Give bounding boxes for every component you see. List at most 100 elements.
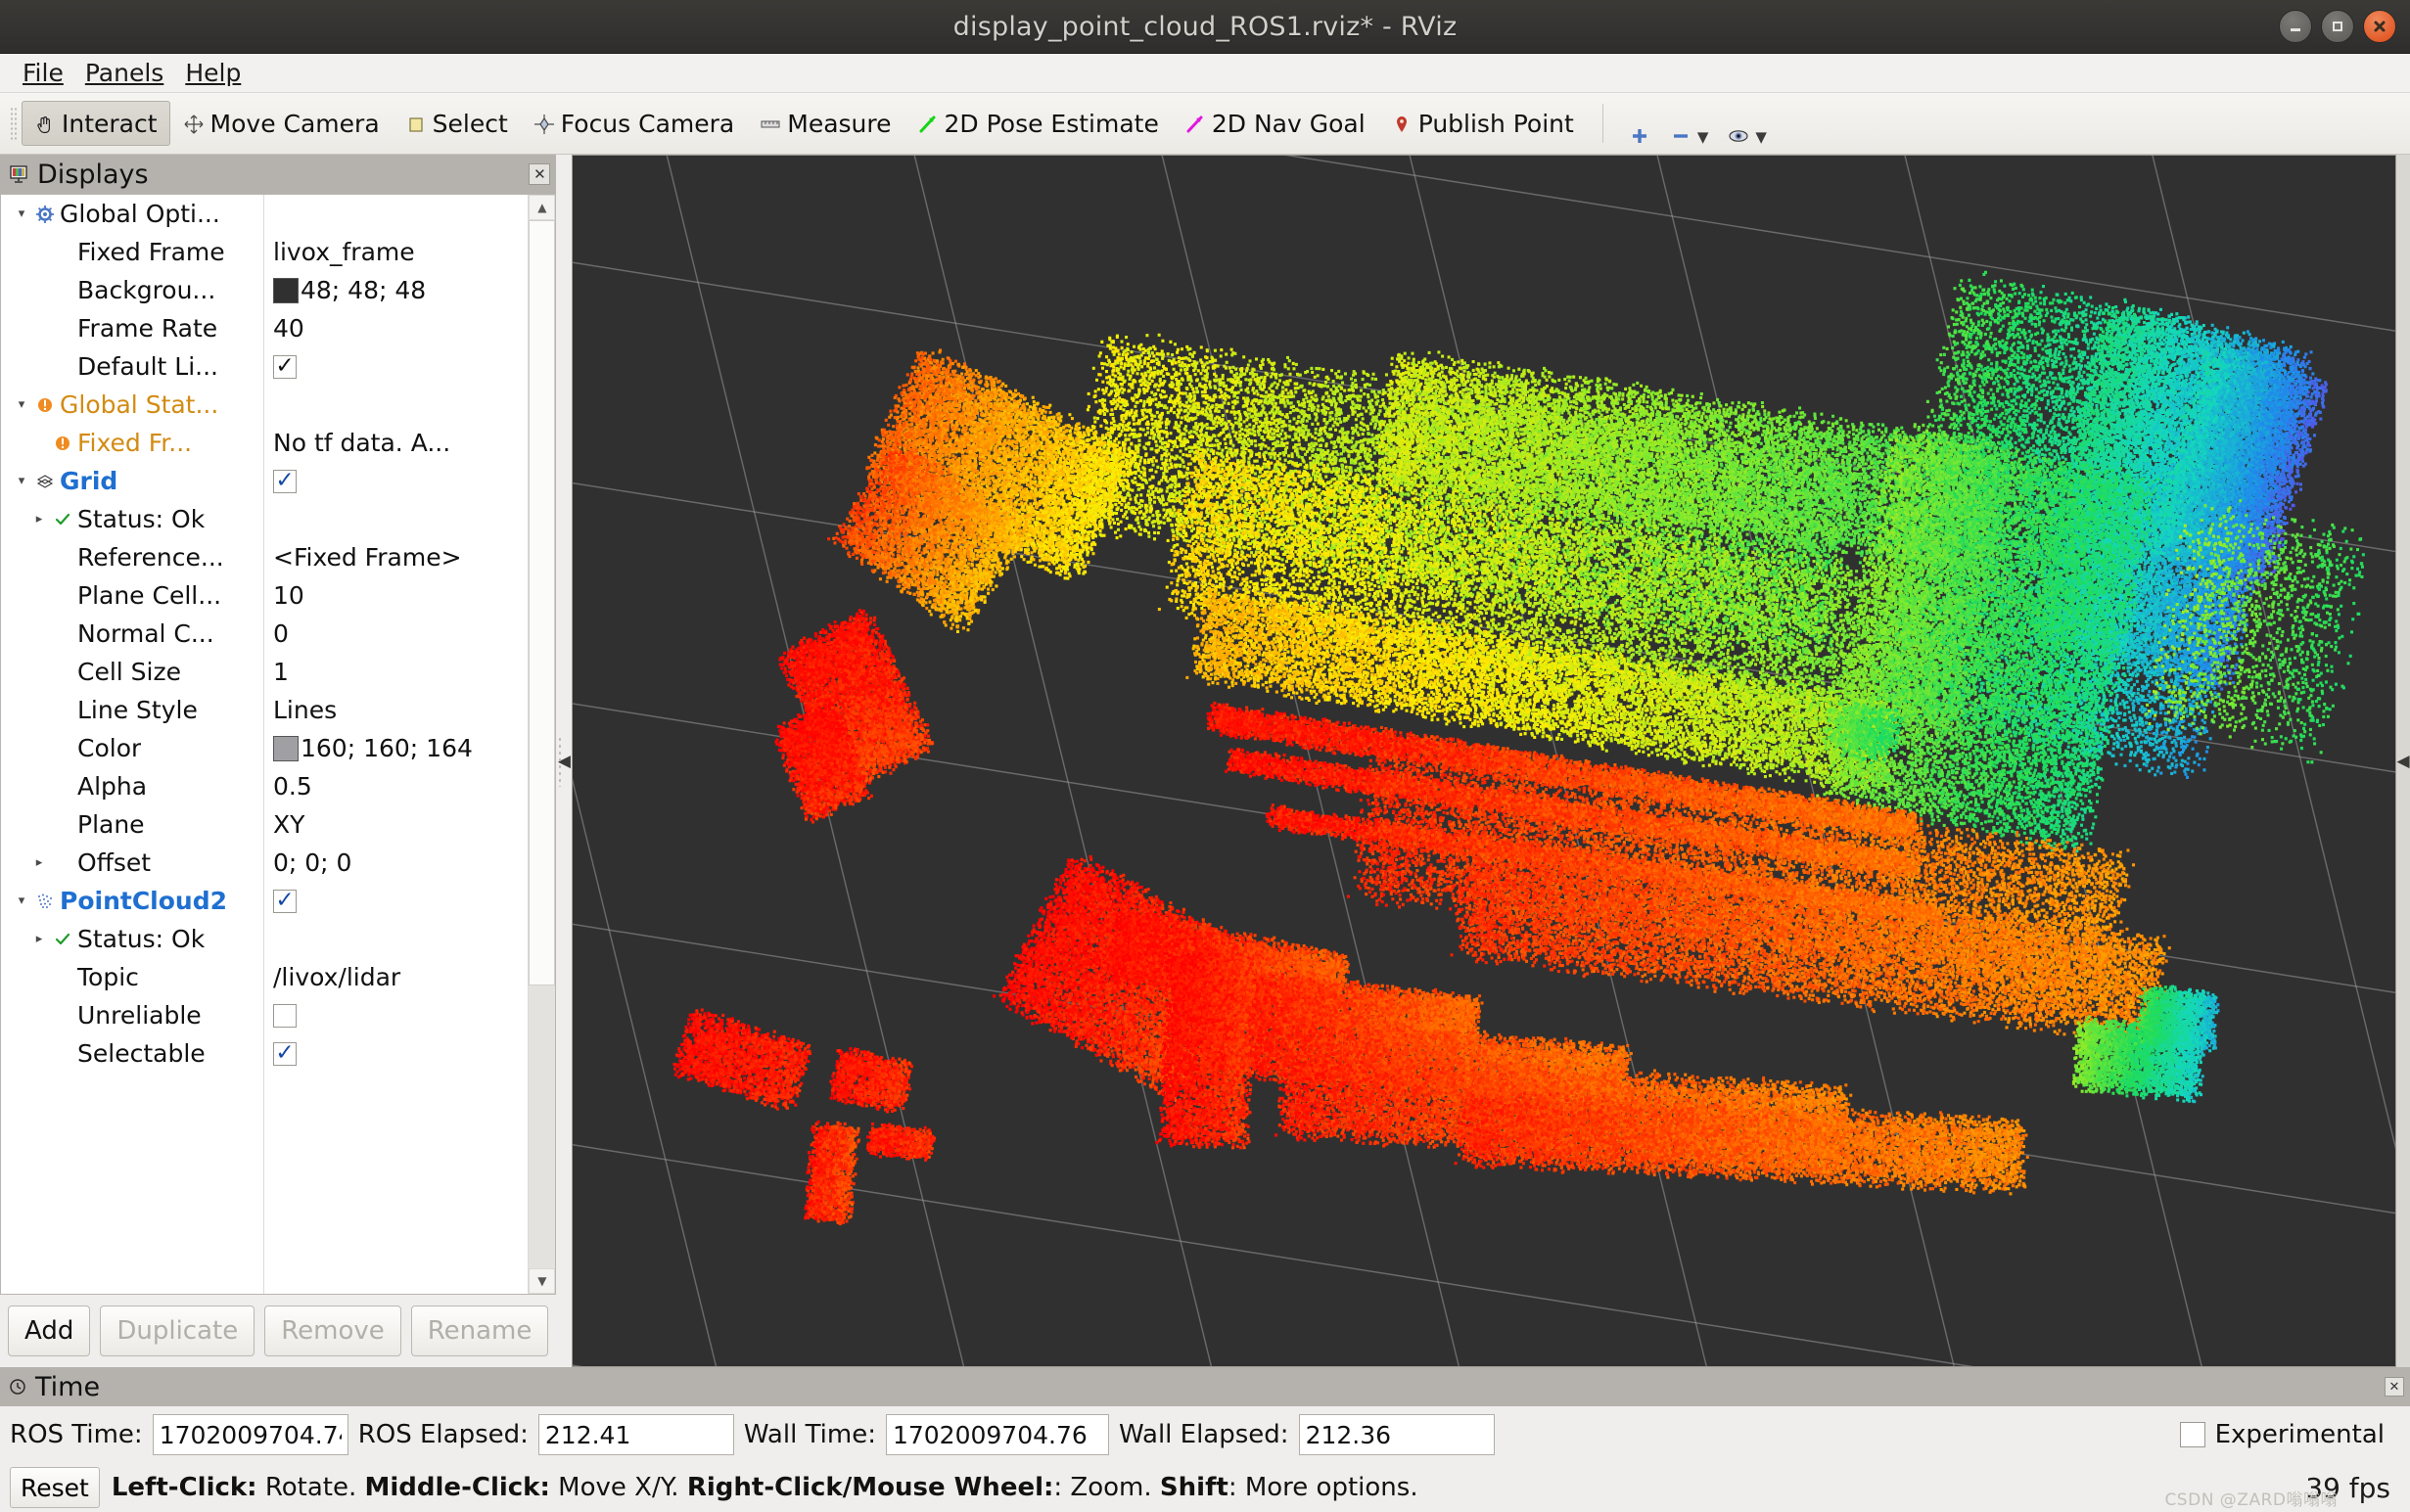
row-checkbox[interactable]: ✓ bbox=[273, 354, 297, 379]
tool-select[interactable]: Select bbox=[393, 101, 521, 146]
row-checkbox[interactable] bbox=[273, 1041, 297, 1066]
tool-move-camera[interactable]: Move Camera bbox=[170, 101, 393, 146]
tree-row-value[interactable]: No tf data. A... bbox=[273, 429, 450, 457]
add-button[interactable]: Add bbox=[8, 1306, 91, 1356]
tree-row[interactable]: ▾ Grid bbox=[1, 462, 528, 500]
toolbar-grip[interactable] bbox=[10, 107, 18, 140]
tree-row[interactable]: Frame Rate 40 bbox=[1, 309, 528, 347]
time-panel-close-icon[interactable]: ✕ bbox=[2385, 1377, 2404, 1397]
zoom-out-caret-icon[interactable]: ▼ bbox=[1697, 130, 1709, 147]
tree-row-value[interactable]: /livox/lidar bbox=[273, 963, 400, 991]
tree-row[interactable]: ▾ Global Opti... bbox=[1, 195, 528, 233]
visibility-caret-icon[interactable]: ▼ bbox=[1755, 130, 1767, 147]
displays-tree[interactable]: ▾ Global Opti... Fixed Frame livox_frame Bac… bbox=[1, 195, 528, 1294]
tree-row[interactable]: Cell Size 1 bbox=[1, 653, 528, 691]
row-checkbox[interactable] bbox=[273, 889, 297, 913]
tree-row[interactable]: ▸ Status: Ok bbox=[1, 500, 528, 538]
zoom-in-control[interactable] bbox=[1619, 100, 1660, 147]
tree-row[interactable]: Plane Cell... 10 bbox=[1, 576, 528, 615]
experimental-checkbox[interactable] bbox=[2179, 1422, 2205, 1447]
row-checkbox[interactable] bbox=[273, 469, 297, 493]
tree-row[interactable]: Line Style Lines bbox=[1, 691, 528, 729]
expander-icon[interactable]: ▸ bbox=[26, 932, 52, 946]
tree-row-value[interactable]: 0 bbox=[273, 619, 289, 648]
expander-icon[interactable]: ▾ bbox=[9, 893, 34, 908]
color-swatch[interactable] bbox=[273, 277, 299, 303]
tree-row[interactable]: ▸ Status: Ok bbox=[1, 920, 528, 958]
expander-icon[interactable]: ▸ bbox=[26, 855, 52, 870]
tree-row-value[interactable]: 10 bbox=[273, 581, 304, 610]
wall-elapsed-input[interactable] bbox=[1298, 1414, 1495, 1455]
tree-row-value[interactable] bbox=[273, 469, 297, 493]
expander-icon[interactable]: ▸ bbox=[26, 512, 52, 527]
tree-row-value[interactable]: livox_frame bbox=[273, 238, 415, 266]
tree-row[interactable]: Unreliable bbox=[1, 996, 528, 1034]
tree-row-value[interactable]: ✓ bbox=[273, 354, 297, 379]
tree-row-value[interactable]: XY bbox=[273, 810, 304, 839]
reset-button[interactable]: Reset bbox=[10, 1467, 100, 1508]
collapse-right-arrow-icon[interactable]: ◀ bbox=[2396, 752, 2409, 771]
zoom-out-control[interactable]: ▼ bbox=[1660, 100, 1719, 147]
tree-row-value[interactable]: 0; 0; 0 bbox=[273, 848, 351, 877]
tree-row[interactable]: Topic/livox/lidar bbox=[1, 958, 528, 996]
tree-row[interactable]: Selectable bbox=[1, 1034, 528, 1073]
maximize-button[interactable] bbox=[2321, 10, 2354, 43]
ros-elapsed-label: ROS Elapsed: bbox=[357, 1420, 529, 1449]
displays-tree-scrollbar[interactable]: ▲ ▼ bbox=[528, 195, 556, 1294]
visibility-control[interactable]: ▼ bbox=[1718, 100, 1777, 147]
tree-row-value[interactable] bbox=[273, 1041, 297, 1066]
tree-row[interactable]: Color 160; 160; 164 bbox=[1, 729, 528, 767]
tool-publish-point[interactable]: Publish Point bbox=[1378, 101, 1587, 146]
tree-row-value[interactable]: 1 bbox=[273, 658, 289, 686]
tree-row-value[interactable]: 48; 48; 48 bbox=[273, 276, 426, 304]
tree-row[interactable]: Plane XY bbox=[1, 805, 528, 844]
ros-time-input[interactable] bbox=[152, 1414, 348, 1455]
tool-interact[interactable]: Interact bbox=[22, 101, 170, 146]
expander-icon[interactable]: ▾ bbox=[9, 397, 34, 412]
tool-focus-camera[interactable]: Focus Camera bbox=[521, 101, 747, 146]
tree-row[interactable]: Default Li... ✓ bbox=[1, 347, 528, 386]
tree-row[interactable]: Reference... <Fixed Frame> bbox=[1, 538, 528, 576]
tree-row-value[interactable] bbox=[273, 889, 297, 913]
displays-panel-close-icon[interactable]: ✕ bbox=[529, 163, 551, 185]
tree-row[interactable]: Normal C... 0 bbox=[1, 615, 528, 653]
row-checkbox[interactable] bbox=[273, 1003, 297, 1028]
tree-row[interactable]: Backgrou... 48; 48; 48 bbox=[1, 271, 528, 309]
tree-row[interactable]: Fixed Fr... No tf data. A... bbox=[1, 424, 528, 462]
menu-panels[interactable]: Panels bbox=[74, 57, 174, 89]
menu-help[interactable]: Help bbox=[174, 57, 252, 89]
right-splitter[interactable]: ◀ bbox=[2396, 155, 2410, 1367]
tree-row[interactable]: ▾ Global Stat... bbox=[1, 386, 528, 424]
left-splitter[interactable]: ◀ bbox=[556, 155, 573, 1367]
tree-row-value[interactable]: <Fixed Frame> bbox=[273, 543, 462, 572]
ros-elapsed-input[interactable] bbox=[537, 1414, 734, 1455]
minus-icon bbox=[1670, 125, 1692, 147]
expander-icon[interactable]: ▾ bbox=[9, 474, 34, 488]
scroll-down-arrow-icon[interactable]: ▼ bbox=[529, 1268, 556, 1294]
color-swatch[interactable] bbox=[273, 735, 299, 761]
tree-row-value[interactable] bbox=[273, 1003, 297, 1028]
scrollbar-track[interactable] bbox=[529, 220, 556, 1268]
wall-time-input[interactable] bbox=[885, 1414, 1109, 1455]
tree-row-value[interactable]: 160; 160; 164 bbox=[273, 734, 473, 762]
tree-row[interactable]: Alpha 0.5 bbox=[1, 767, 528, 805]
rename-button[interactable]: Rename bbox=[410, 1306, 549, 1356]
tool-2d-nav-goal[interactable]: 2D Nav Goal bbox=[1172, 101, 1378, 146]
duplicate-button[interactable]: Duplicate bbox=[100, 1306, 255, 1356]
tree-row[interactable]: Fixed Frame livox_frame bbox=[1, 233, 528, 271]
close-button[interactable] bbox=[2363, 10, 2396, 43]
menu-file[interactable]: File bbox=[12, 57, 74, 89]
remove-button[interactable]: Remove bbox=[264, 1306, 401, 1356]
render-viewport[interactable] bbox=[572, 155, 2396, 1367]
expander-icon[interactable]: ▾ bbox=[9, 206, 34, 221]
tool-measure[interactable]: Measure bbox=[747, 101, 904, 146]
tool-2d-pose-estimate[interactable]: 2D Pose Estimate bbox=[904, 101, 1172, 146]
scroll-up-arrow-icon[interactable]: ▲ bbox=[529, 195, 556, 220]
tree-row[interactable]: ▸ Offset 0; 0; 0 bbox=[1, 844, 528, 882]
tree-row-value[interactable]: 40 bbox=[273, 314, 304, 343]
tree-row-value[interactable]: Lines bbox=[273, 696, 337, 724]
scrollbar-thumb[interactable] bbox=[529, 220, 556, 985]
tree-row-value[interactable]: 0.5 bbox=[273, 772, 312, 801]
tree-row[interactable]: ▾ PointCloud2 bbox=[1, 882, 528, 920]
minimize-button[interactable] bbox=[2279, 10, 2312, 43]
